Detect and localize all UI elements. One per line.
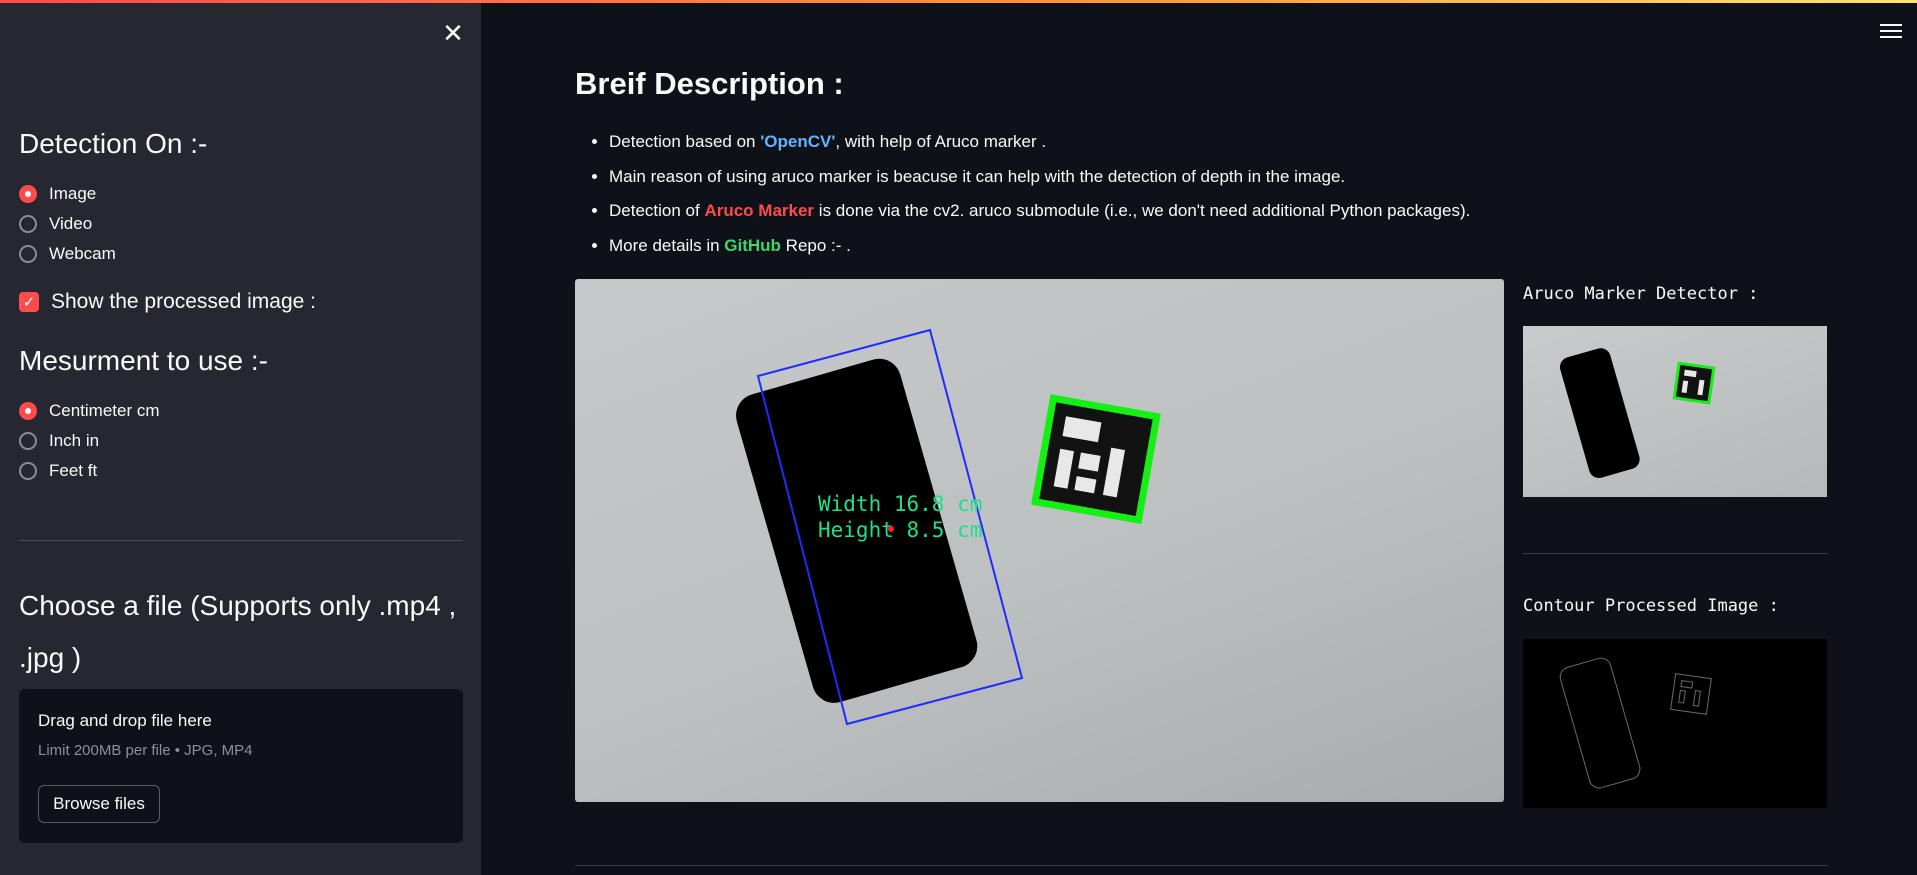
bullet-text: More details in	[609, 235, 725, 255]
bullet-text: Detection based on	[609, 132, 761, 151]
radio-label: Image	[49, 184, 97, 203]
radio-measure-cm[interactable]: Centimeter cm	[19, 399, 160, 423]
contour-thumbnail-graphic	[1559, 657, 1712, 789]
side-panel-divider	[1523, 553, 1828, 554]
page-title: Breif Description :	[575, 66, 844, 101]
radio-measure-inch[interactable]: Inch in	[19, 429, 99, 453]
dropzone-limit: Limit 200MB per file • JPG, MP4	[38, 742, 253, 759]
radio-unchecked-icon	[19, 245, 37, 263]
contour-processed-label: Contour Processed Image :	[1523, 596, 1779, 616]
github-link[interactable]: GitHub	[724, 236, 781, 255]
processed-image: Width 16.8 cm Height 8.5 cm	[575, 279, 1504, 802]
center-point	[888, 526, 894, 532]
aruco-marker	[1675, 364, 1713, 402]
file-uploader-heading: Choose a file (Supports only .mp4 , .jpg…	[19, 590, 457, 673]
aruco-detector-label: Aruco Marker Detector :	[1523, 284, 1759, 304]
radio-checked-icon	[19, 185, 37, 203]
radio-checked-icon	[19, 402, 37, 420]
checkmark-icon: ✓	[19, 292, 39, 312]
list-item: More details in GitHub Repo :- .	[609, 232, 1575, 267]
bullet-text: Detection of	[609, 201, 705, 220]
checkbox-label: Show the processed image :	[51, 290, 316, 313]
top-accent-bar	[0, 0, 1917, 3]
radio-label: Inch in	[49, 431, 100, 450]
aruco-detector-image	[1523, 326, 1827, 497]
bullet-text: Repo :- .	[780, 235, 851, 255]
aruco-thumbnail-graphic	[1559, 348, 1716, 478]
radio-unchecked-icon	[19, 432, 37, 450]
main-divider	[575, 865, 1828, 866]
dropzone-title: Drag and drop file here	[38, 711, 212, 730]
height-measurement: Height 8.5 cm	[818, 518, 982, 542]
phone-shape	[1559, 348, 1640, 478]
bullet-text: , with help of Aruco marker .	[835, 132, 1047, 151]
marker-contour	[1670, 673, 1712, 715]
close-icon[interactable]: ✕	[440, 20, 466, 46]
radio-detection-image[interactable]: Image	[19, 182, 96, 206]
radio-detection-video[interactable]: Video	[19, 212, 92, 236]
processed-image-graphic: Width 16.8 cm Height 8.5 cm	[736, 328, 1161, 726]
list-item: Detection of Aruco Marker is done via th…	[609, 197, 1575, 232]
width-measurement: Width 16.8 cm	[818, 492, 982, 516]
list-item: Main reason of using aruco marker is bea…	[609, 163, 1575, 198]
radio-label: Feet ft	[49, 461, 98, 480]
list-item: Detection based on 'OpenCV', with help o…	[609, 128, 1575, 163]
radio-unchecked-icon	[19, 215, 37, 233]
sidebar-divider	[19, 540, 462, 541]
radio-unchecked-icon	[19, 462, 37, 480]
bullet-text: Main reason of using aruco marker is bea…	[609, 166, 1346, 186]
radio-label: Centimeter cm	[49, 401, 160, 420]
file-dropzone[interactable]: Drag and drop file here Limit 200MB per …	[19, 689, 463, 843]
description-list: Detection based on 'OpenCV', with help o…	[575, 128, 1575, 266]
opencv-highlight: 'OpenCV'	[760, 132, 836, 151]
radio-label: Video	[49, 214, 93, 233]
measurement-heading: Mesurment to use :-	[19, 345, 268, 376]
browse-files-button[interactable]: Browse files	[38, 785, 160, 823]
hamburger-menu-icon[interactable]	[1880, 24, 1902, 40]
aruco-marker-highlight: Aruco Marker	[704, 201, 815, 220]
bullet-text: is done via the cv2. aruco submodule (i.…	[814, 201, 1471, 220]
contour-processed-image	[1523, 639, 1827, 808]
show-processed-checkbox[interactable]: ✓ Show the processed image :	[19, 288, 316, 316]
sidebar: ✕ Detection On :- Image Video Webcam ✓ S…	[0, 0, 481, 875]
radio-label: Webcam	[49, 244, 116, 263]
phone-contour	[1559, 657, 1641, 789]
radio-detection-webcam[interactable]: Webcam	[19, 242, 116, 266]
radio-measure-feet[interactable]: Feet ft	[19, 459, 97, 483]
detection-heading: Detection On :-	[19, 128, 208, 159]
